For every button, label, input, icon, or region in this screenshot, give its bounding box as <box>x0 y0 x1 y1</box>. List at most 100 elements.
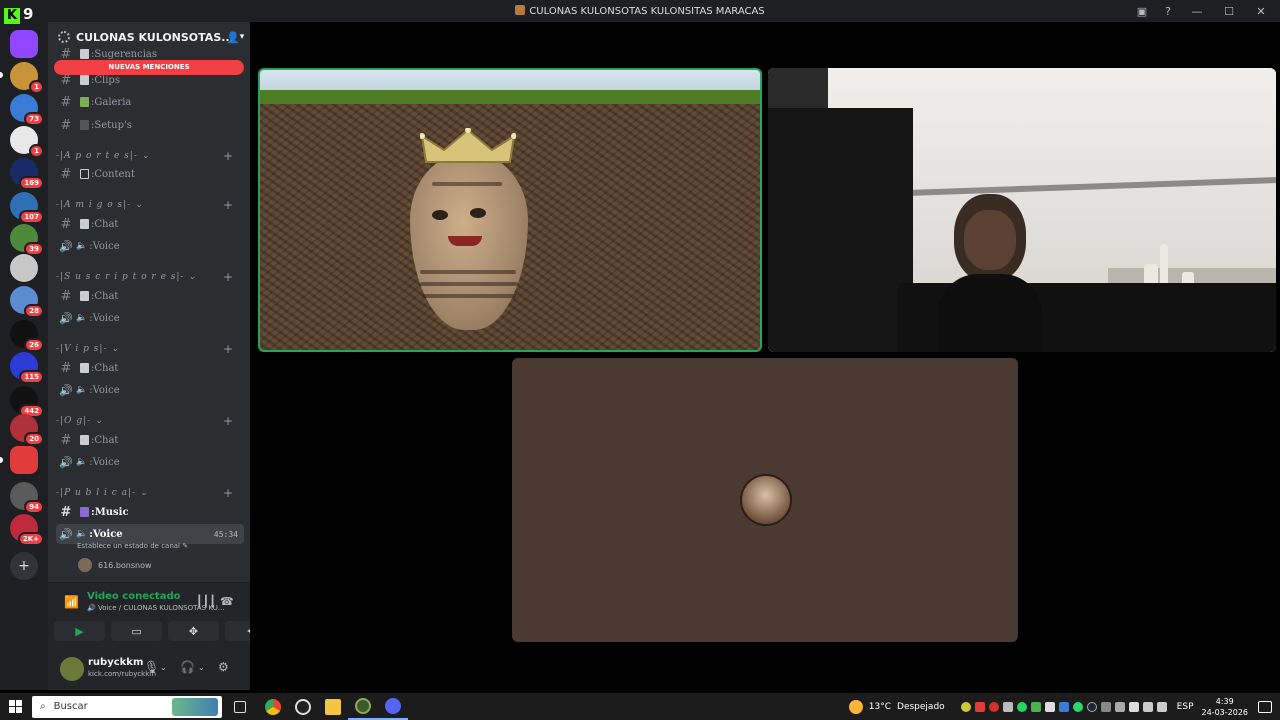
server-icon[interactable]: 26 <box>10 320 44 352</box>
channel-status-input[interactable]: Establece un estado de canal ✎ <box>77 542 188 550</box>
channel-suscriptores-voice[interactable]: 🔊 🔈:Voice <box>56 308 244 328</box>
voice-member[interactable]: 616.bonsnow <box>78 558 152 572</box>
tray-app-icon[interactable] <box>1114 701 1125 712</box>
server-icon[interactable]: 169 <box>10 158 44 190</box>
server-icon[interactable]: 1 <box>10 126 44 158</box>
tray-app-icon[interactable] <box>1156 701 1167 712</box>
unread-pill <box>0 457 3 463</box>
category-suscriptores[interactable]: -|S u s c r i p t o r e s|- ⌄ + <box>56 270 244 284</box>
video-tile-webcam[interactable] <box>768 68 1276 352</box>
close-button[interactable]: ✕ <box>1250 3 1272 19</box>
gear-icon[interactable]: ⚙ <box>218 660 229 674</box>
channel-sugerencias[interactable]: #:Sugerencias <box>56 47 244 62</box>
channel-clips[interactable]: #:Clips <box>56 70 244 90</box>
help-icon[interactable]: ? <box>1160 3 1176 19</box>
title-bar: CULONAS KULONSOTAS KULONSITAS MARACAS ▣ … <box>0 0 1280 22</box>
chevron-down-icon[interactable]: ⌄ <box>160 663 167 672</box>
noise-suppression-icon[interactable]: ┃┃┃ <box>196 595 216 608</box>
add-channel-icon[interactable]: + <box>223 414 234 428</box>
discord-app[interactable] <box>378 693 408 720</box>
server-icon[interactable] <box>10 254 38 282</box>
category-og[interactable]: -|O g|- ⌄ + <box>56 414 244 428</box>
maximize-button[interactable]: ☐ <box>1218 3 1240 19</box>
webcam-cabinet <box>768 108 913 352</box>
server-icon[interactable] <box>10 446 38 474</box>
channel-vips-voice[interactable]: 🔊 🔈:Voice <box>56 380 244 400</box>
steam-icon[interactable] <box>1086 701 1097 712</box>
add-channel-icon[interactable]: + <box>223 270 234 284</box>
category-aportes[interactable]: -|A p o r t e s|- ⌄ + <box>56 149 244 163</box>
language-indicator[interactable]: ESP <box>1177 702 1194 712</box>
video-tile-avatar[interactable] <box>512 358 1018 642</box>
server-icon[interactable]: 2K+ <box>10 514 44 546</box>
twitch-server-icon[interactable] <box>10 30 38 58</box>
activities-button[interactable]: ✥ <box>168 621 219 641</box>
server-icon[interactable]: 107 <box>10 192 44 224</box>
tray-app-icon[interactable] <box>1030 701 1041 712</box>
tray-app-icon[interactable] <box>1142 701 1153 712</box>
add-channel-icon[interactable]: + <box>223 342 234 356</box>
server-icon[interactable]: 28 <box>10 286 44 318</box>
inbox-icon[interactable]: ▣ <box>1134 3 1150 19</box>
search-input[interactable]: ⌕ Buscar <box>32 695 222 718</box>
tray-app-icon[interactable] <box>988 701 999 712</box>
channel-vips-chat[interactable]: #:Chat <box>56 358 244 378</box>
chevron-down-icon[interactable]: ⌄ <box>198 663 205 672</box>
server-icon[interactable]: 73 <box>10 94 44 126</box>
clock[interactable]: 4:39 24-03-2026 <box>1202 696 1249 718</box>
weather-widget[interactable]: 13°C Despejado <box>848 699 945 714</box>
channel-publica-voice[interactable]: 🔊 🔈:Voice 45:34 <box>56 524 244 544</box>
whatsapp-icon[interactable] <box>1016 701 1027 712</box>
headphones-icon[interactable]: 🎧 <box>180 660 195 674</box>
chrome-app[interactable] <box>258 693 288 720</box>
add-server-button[interactable]: + <box>10 552 38 580</box>
tray-app-icon[interactable] <box>1128 701 1139 712</box>
tray-app-icon[interactable] <box>974 701 985 712</box>
server-icon[interactable]: 94 <box>10 482 44 514</box>
tray-app-icon[interactable] <box>1072 701 1083 712</box>
file-explorer-app[interactable] <box>318 693 348 720</box>
channel-galeria[interactable]: #:Galeria <box>56 92 244 112</box>
avatar[interactable] <box>60 657 84 681</box>
channel-og-chat[interactable]: #:Chat <box>56 430 244 450</box>
channel-content[interactable]: #:Content <box>56 164 244 184</box>
camera-button[interactable]: ▶ <box>54 621 105 641</box>
obs-app[interactable] <box>288 693 318 720</box>
minimize-button[interactable]: — <box>1186 3 1208 19</box>
server-icon[interactable]: 39 <box>10 224 44 256</box>
server-icon[interactable]: 20 <box>10 414 44 446</box>
invite-people-icon[interactable]: 👤 <box>226 31 240 44</box>
channel-setups[interactable]: #:Setup's <box>56 115 244 135</box>
category-amigos[interactable]: -|A m i g o s|- ⌄ + <box>56 198 244 212</box>
signal-icon[interactable]: 📶 <box>64 595 79 609</box>
tray-app-icon[interactable] <box>960 701 971 712</box>
speaker-emoji-icon: 🔈 <box>76 457 88 467</box>
tray-app-icon[interactable] <box>1044 701 1055 712</box>
channel-emoji-icon <box>80 363 89 373</box>
add-channel-icon[interactable]: + <box>223 198 234 212</box>
task-view-button[interactable] <box>222 693 258 720</box>
tray-app-icon[interactable] <box>1002 701 1013 712</box>
start-button[interactable] <box>0 693 30 720</box>
username[interactable]: rubyckkm <box>88 657 143 668</box>
notification-icon[interactable] <box>1258 700 1272 713</box>
microphone-icon[interactable]: 🎙 <box>144 660 159 674</box>
screen-share-button[interactable]: ▭ <box>111 621 162 641</box>
tray-app-icon[interactable] <box>1100 701 1111 712</box>
add-channel-icon[interactable]: + <box>223 486 234 500</box>
channel-suscriptores-chat[interactable]: #:Chat <box>56 286 244 306</box>
server-icon[interactable]: 442 <box>10 386 44 418</box>
channel-amigos-chat[interactable]: #:Chat <box>56 214 244 234</box>
server-icon[interactable]: 1 <box>10 62 44 94</box>
channel-music[interactable]: #:Music <box>56 502 244 522</box>
category-publica[interactable]: -|P u b l i c a|- ⌄ + <box>56 486 244 500</box>
server-icon[interactable]: 115 <box>10 352 44 384</box>
channel-amigos-voice[interactable]: 🔊 🔈:Voice <box>56 236 244 256</box>
game-app[interactable] <box>348 693 378 720</box>
channel-og-voice[interactable]: 🔊 🔈:Voice <box>56 452 244 472</box>
disconnect-icon[interactable]: ☎ <box>220 595 234 608</box>
tray-app-icon[interactable] <box>1058 701 1069 712</box>
video-tile-potato[interactable] <box>258 68 762 352</box>
add-channel-icon[interactable]: + <box>223 149 234 163</box>
category-vips[interactable]: -|V i p s|- ⌄ + <box>56 342 244 356</box>
